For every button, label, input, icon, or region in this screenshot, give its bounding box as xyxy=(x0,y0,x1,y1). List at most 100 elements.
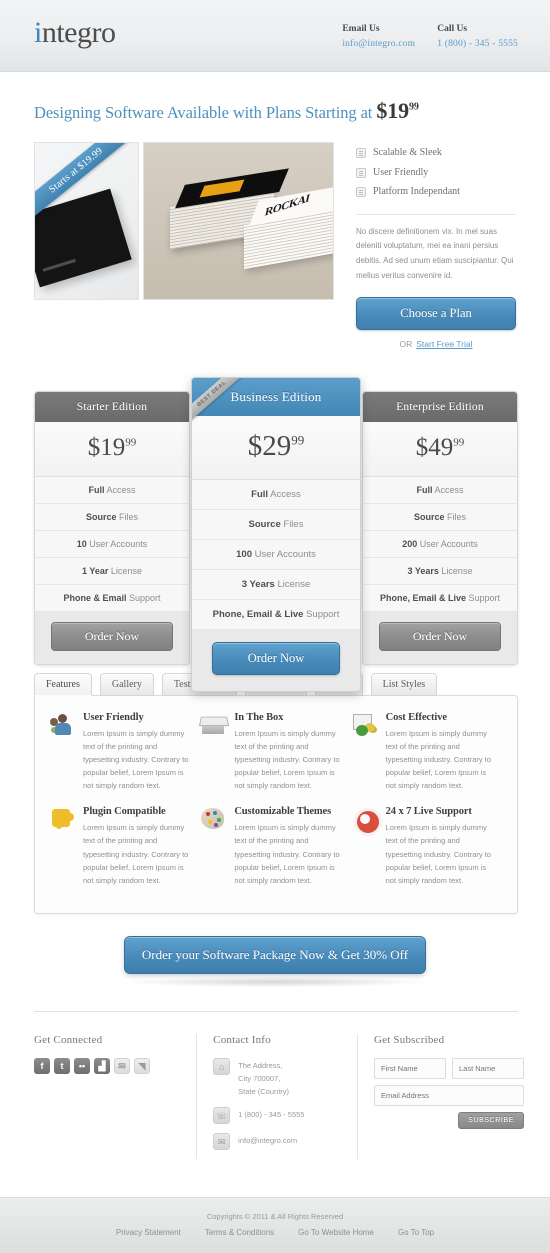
plan-feature-item: Source Files xyxy=(192,510,360,540)
plan-feature-item: Phone & Email Support xyxy=(35,585,189,612)
cta-shadow xyxy=(125,976,425,987)
order-package-cta-button[interactable]: Order your Software Package Now & Get 30… xyxy=(124,935,426,974)
logo-text: ntegro xyxy=(41,16,116,49)
contact-address-row: ⌂ The Address, City 700007, State (Count… xyxy=(213,1057,341,1098)
contact-phone-text[interactable]: 1 (800) - 345 - 5555 xyxy=(238,1107,304,1121)
feature-cell: Plugin Compatible Lorem Ipsum is simply … xyxy=(49,806,200,901)
footer-connect-column: Get Connected f t •• ▟ ✉ ◥ xyxy=(34,1034,196,1159)
tab-gallery[interactable]: Gallery xyxy=(99,672,154,696)
feature-body: Plugin Compatible Lorem Ipsum is simply … xyxy=(83,806,192,887)
order-now-button-starter[interactable]: Order Now xyxy=(51,621,173,651)
tab-features[interactable]: Features xyxy=(34,672,92,696)
site-logo[interactable]: integro xyxy=(34,16,116,50)
facebook-icon[interactable]: f xyxy=(34,1057,50,1074)
bullet-square-icon xyxy=(356,167,366,178)
palette-icon xyxy=(200,806,226,832)
card-brand-badge xyxy=(199,179,245,198)
header-contact-group: Email Us info@integro.com Call Us 1 (800… xyxy=(342,22,518,51)
header-email-block: Email Us info@integro.com xyxy=(342,22,415,51)
header-email-value[interactable]: info@integro.com xyxy=(342,37,415,52)
plan-price: $2999 xyxy=(192,415,360,480)
plan-price-main: $29 xyxy=(247,429,292,462)
feature-cell: Customizable Themes Lorem Ipsum is simpl… xyxy=(200,806,351,901)
bullet-square-icon xyxy=(356,148,366,159)
feature-emphasis: 200 xyxy=(402,538,418,549)
feature-rest: Support xyxy=(466,592,501,603)
feature-rest: Access xyxy=(268,488,301,500)
plan-feature-item: Phone, Email & Live Support xyxy=(363,585,517,612)
plan-feature-item: Phone, Email & Live Support xyxy=(192,600,360,630)
hero-heading-text: Designing Software Available with Plans … xyxy=(34,103,377,122)
rss-icon[interactable]: ◥ xyxy=(134,1057,150,1074)
plan-feature-item: 10 User Accounts xyxy=(35,531,189,558)
go-to-top-link[interactable]: Go To Top xyxy=(398,1228,434,1237)
footer-subscribe-column: Get Subscribed SUBSCRIBE xyxy=(358,1034,524,1159)
email-icon[interactable]: ✉ xyxy=(114,1057,130,1074)
hero-paragraph: No discere definitionem vix. In mel suas… xyxy=(356,226,514,280)
contact-phone-row: ☏ 1 (800) - 345 - 5555 xyxy=(213,1107,341,1125)
feature-body: Cost Effective Lorem Ipsum is simply dum… xyxy=(386,712,495,793)
hero-divider xyxy=(356,213,516,215)
plan-feature-item: Full Access xyxy=(363,477,517,504)
feature-emphasis: 3 Years xyxy=(241,578,275,590)
start-free-trial-link[interactable]: Start Free Trial xyxy=(416,339,472,349)
plan-price-cents: 99 xyxy=(453,436,465,449)
delicious-icon[interactable]: ▟ xyxy=(94,1057,110,1074)
plan-feature-item: Source Files xyxy=(363,504,517,531)
last-name-input[interactable] xyxy=(452,1057,524,1079)
header-email-label: Email Us xyxy=(342,24,380,34)
feature-rest: License xyxy=(274,578,311,590)
header-phone-value[interactable]: 1 (800) - 345 - 5555 xyxy=(437,37,518,52)
feature-rest: Support xyxy=(126,592,161,603)
feature-title: Customizable Themes xyxy=(234,806,332,818)
plan-price-main: $19 xyxy=(87,433,126,461)
bullet-square-icon xyxy=(356,187,366,198)
feature-rest: Files xyxy=(116,511,139,522)
hero-image-left[interactable]: Starts at $19.99 xyxy=(34,142,139,300)
site-footer: Get Connected f t •• ▟ ✉ ◥ Contact Info … xyxy=(34,1033,524,1160)
feature-emphasis: Phone & Email xyxy=(63,592,127,603)
feature-title: User Friendly xyxy=(83,711,144,723)
choose-a-plan-button[interactable]: Choose a Plan xyxy=(356,296,516,330)
header-phone-label: Call Us xyxy=(437,24,468,34)
hero-feature-label: Platform Independant xyxy=(373,186,460,197)
plan-card-business: BEST DEAL Business Edition $2999 Full Ac… xyxy=(191,376,361,692)
feature-body: User Friendly Lorem Ipsum is simply dumm… xyxy=(83,712,192,793)
feature-emphasis: Source xyxy=(248,518,281,530)
money-chart-icon xyxy=(352,712,378,738)
hero-price: $1999 xyxy=(376,98,419,123)
tab-list-styles[interactable]: List Styles xyxy=(370,672,438,696)
feature-title: Cost Effective xyxy=(385,711,447,723)
feature-cell: 24 x 7 Live Support Lorem Ipsum is simpl… xyxy=(352,806,503,901)
twitter-icon[interactable]: t xyxy=(54,1057,70,1074)
logo-accent-letter: i xyxy=(34,16,42,49)
order-now-button-business[interactable]: Order Now xyxy=(212,641,340,675)
feature-title: Plugin Compatible xyxy=(83,806,166,818)
feature-cell: In The Box Lorem Ipsum is simply dummy t… xyxy=(200,712,351,807)
first-name-input[interactable] xyxy=(374,1057,446,1079)
contact-email-text[interactable]: info@integro.com xyxy=(238,1133,297,1147)
phone-icon: ☏ xyxy=(213,1107,231,1125)
card-stack-light: ROCKAI xyxy=(244,192,333,270)
hero-image-right[interactable]: ROCKAI xyxy=(143,142,334,300)
get-connected-heading: Get Connected xyxy=(34,1033,103,1046)
terms-conditions-link[interactable]: Terms & Conditions xyxy=(205,1228,274,1237)
plan-feature-item: 3 Years License xyxy=(192,570,360,600)
plan-footer: Order Now xyxy=(192,629,360,691)
privacy-statement-link[interactable]: Privacy Statement xyxy=(116,1228,181,1237)
feature-title: 24 x 7 Live Support xyxy=(385,806,472,818)
feature-cell: User Friendly Lorem Ipsum is simply dumm… xyxy=(49,712,200,807)
cta-banner-section: Order your Software Package Now & Get 30… xyxy=(0,935,550,987)
feature-rest: User Accounts xyxy=(86,538,148,549)
plan-feature-item: 3 Years License xyxy=(363,558,517,585)
feature-text: Lorem Ipsum is simply dummy text of the … xyxy=(385,823,491,885)
order-now-button-enterprise[interactable]: Order Now xyxy=(379,621,501,651)
flickr-icon[interactable]: •• xyxy=(74,1057,90,1074)
plan-feature-item: 1 Year License xyxy=(35,558,189,585)
pricing-section: Starter Edition $1999 Full Access Source… xyxy=(34,376,518,692)
website-home-link[interactable]: Go To Website Home xyxy=(298,1228,374,1237)
email-address-input[interactable] xyxy=(374,1084,524,1106)
plan-price: $4999 xyxy=(363,421,517,477)
footer-contact-column: Contact Info ⌂ The Address, City 700007,… xyxy=(196,1033,358,1160)
subscribe-button[interactable]: SUBSCRIBE xyxy=(458,1111,524,1129)
